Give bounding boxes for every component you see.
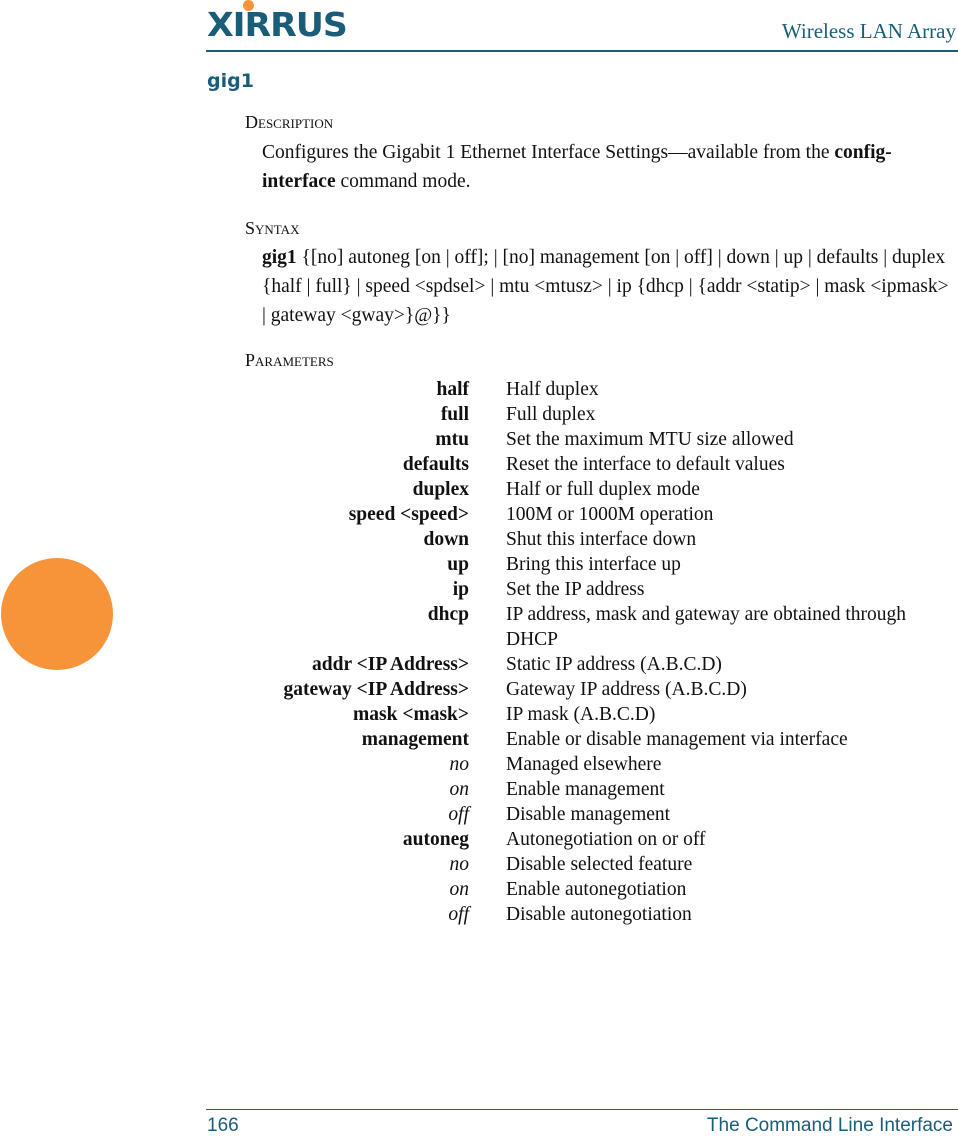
parameter-row: autoneg Autonegotiation on or off (240, 827, 940, 852)
parameter-name: on (449, 779, 470, 800)
parameter-name: half (436, 379, 469, 400)
parameter-name: on (449, 879, 470, 900)
parameter-name: management (361, 729, 469, 750)
xirrus-logo: XIRRUS (207, 0, 367, 44)
syntax-text: gig1 {[no] autoneg [on | off]; | [no] ma… (262, 243, 952, 330)
parameter-description: Enable or disable management via interfa… (506, 729, 848, 750)
parameter-description: Static IP address (A.B.C.D) (506, 654, 722, 675)
footer-divider (206, 1109, 958, 1110)
parameter-row: no Managed elsewhere (240, 752, 940, 777)
parameter-name: speed <speed> (348, 504, 469, 525)
description-text-part: Configures the Gigabit 1 Ethernet Interf… (262, 142, 835, 163)
parameter-description: Set the IP address (506, 579, 645, 600)
description-text-part: command mode. (335, 171, 471, 192)
parameter-name: full (440, 404, 469, 425)
parameter-row: mask <mask> IP mask (A.B.C.D) (240, 702, 940, 727)
parameter-description: Enable management (506, 779, 665, 800)
syntax-arguments: {[no] autoneg [on | off]; | [no] managem… (262, 247, 949, 326)
parameter-row: addr <IP Address> Static IP address (A.B.… (240, 652, 940, 677)
parameter-description: Disable autonegotiation (506, 904, 692, 925)
description-heading: Description (245, 112, 334, 132)
parameter-row: on Enable management (240, 777, 940, 802)
parameter-name: addr <IP Address> (312, 654, 469, 675)
command-title: gig1 (207, 70, 254, 92)
parameter-row: duplex Half or full duplex mode (240, 477, 940, 502)
parameter-row: speed <speed> 100M or 1000M operation (240, 502, 940, 527)
parameter-description: 100M or 1000M operation (506, 504, 714, 525)
parameter-name: off (448, 904, 469, 925)
parameter-description: Shut this interface down (506, 529, 697, 550)
parameter-name: ip (452, 579, 469, 600)
parameter-name: mtu (435, 429, 469, 450)
parameter-name: dhcp (427, 604, 469, 625)
parameter-name: no (449, 754, 470, 775)
parameter-description: IP mask (A.B.C.D) (506, 704, 656, 725)
parameter-row: off Disable management (240, 802, 940, 827)
parameter-name: up (447, 554, 469, 575)
parameter-description: IP address, mask and gateway are obtaine… (506, 604, 906, 650)
parameters-heading: Parameters (245, 350, 334, 370)
parameter-name: no (449, 854, 470, 875)
parameter-name: duplex (412, 479, 469, 500)
parameter-description: Half or full duplex mode (506, 479, 700, 500)
parameter-row: ip Set the IP address (240, 577, 940, 602)
parameter-row: gateway <IP Address> Gateway IP address (… (240, 677, 940, 702)
parameter-name: autoneg (402, 829, 469, 850)
parameter-description: Gateway IP address (A.B.C.D) (506, 679, 747, 700)
parameter-name: off (448, 804, 469, 825)
parameter-row: defaults Reset the interface to default v… (240, 452, 940, 477)
parameter-description: Bring this interface up (506, 554, 681, 575)
parameter-row: off Disable autonegotiation (240, 902, 940, 927)
logo-text: XIRRUS (207, 5, 348, 44)
parameter-name: down (423, 529, 469, 550)
parameter-row: on Enable autonegotiation (240, 877, 940, 902)
parameter-row: management Enable or disable management v… (240, 727, 940, 752)
header-title: Wireless LAN Array (781, 19, 956, 43)
parameter-description: Half duplex (506, 379, 599, 400)
parameter-row: half Half duplex (240, 377, 940, 402)
parameter-description: Full duplex (506, 404, 596, 425)
parameter-row: no Disable selected feature (240, 852, 940, 877)
parameter-row: down Shut this interface down (240, 527, 940, 552)
parameter-description: Disable selected feature (506, 854, 693, 875)
parameter-row: mtu Set the maximum MTU size allowed (240, 427, 940, 452)
parameter-description: Reset the interface to default values (506, 454, 785, 475)
parameter-description: Managed elsewhere (506, 754, 662, 775)
parameter-row: up Bring this interface up (240, 552, 940, 577)
syntax-heading: Syntax (245, 218, 300, 238)
header-divider (206, 50, 958, 52)
syntax-command: gig1 (262, 247, 297, 268)
parameter-name: gateway <IP Address> (283, 679, 469, 700)
parameter-description: Autonegotiation on or off (506, 829, 706, 850)
parameter-row: dhcp IP address, mask and gateway are obt… (240, 602, 940, 652)
parameter-row: full Full duplex (240, 402, 940, 427)
parameter-name: defaults (402, 454, 469, 475)
parameters-table: half Half duplex full Full duplex mtu Set the… (240, 377, 940, 927)
parameter-description: Disable management (506, 804, 671, 825)
parameter-description: Set the maximum MTU size allowed (506, 429, 794, 450)
parameter-name: mask <mask> (353, 704, 469, 725)
parameter-description: Enable autonegotiation (506, 879, 687, 900)
decorative-orange-circle (1, 558, 113, 670)
description-text: Configures the Gigabit 1 Ethernet Interf… (262, 138, 938, 196)
